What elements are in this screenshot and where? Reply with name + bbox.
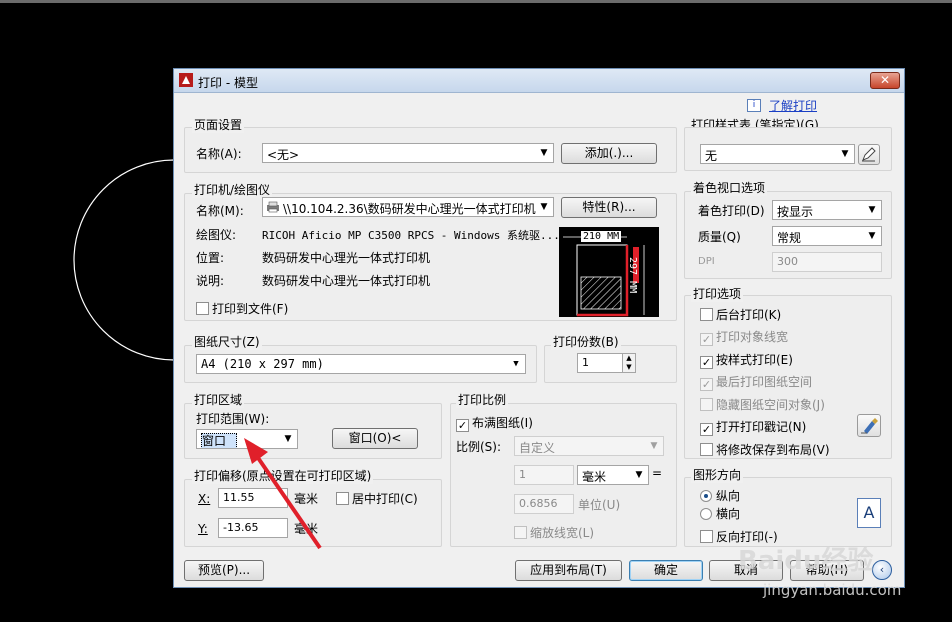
watermark-brand: Baidu经验 <box>738 546 874 576</box>
watermark-url: jingyan.baidu.com <box>763 581 902 599</box>
annotation-arrow <box>244 438 322 550</box>
